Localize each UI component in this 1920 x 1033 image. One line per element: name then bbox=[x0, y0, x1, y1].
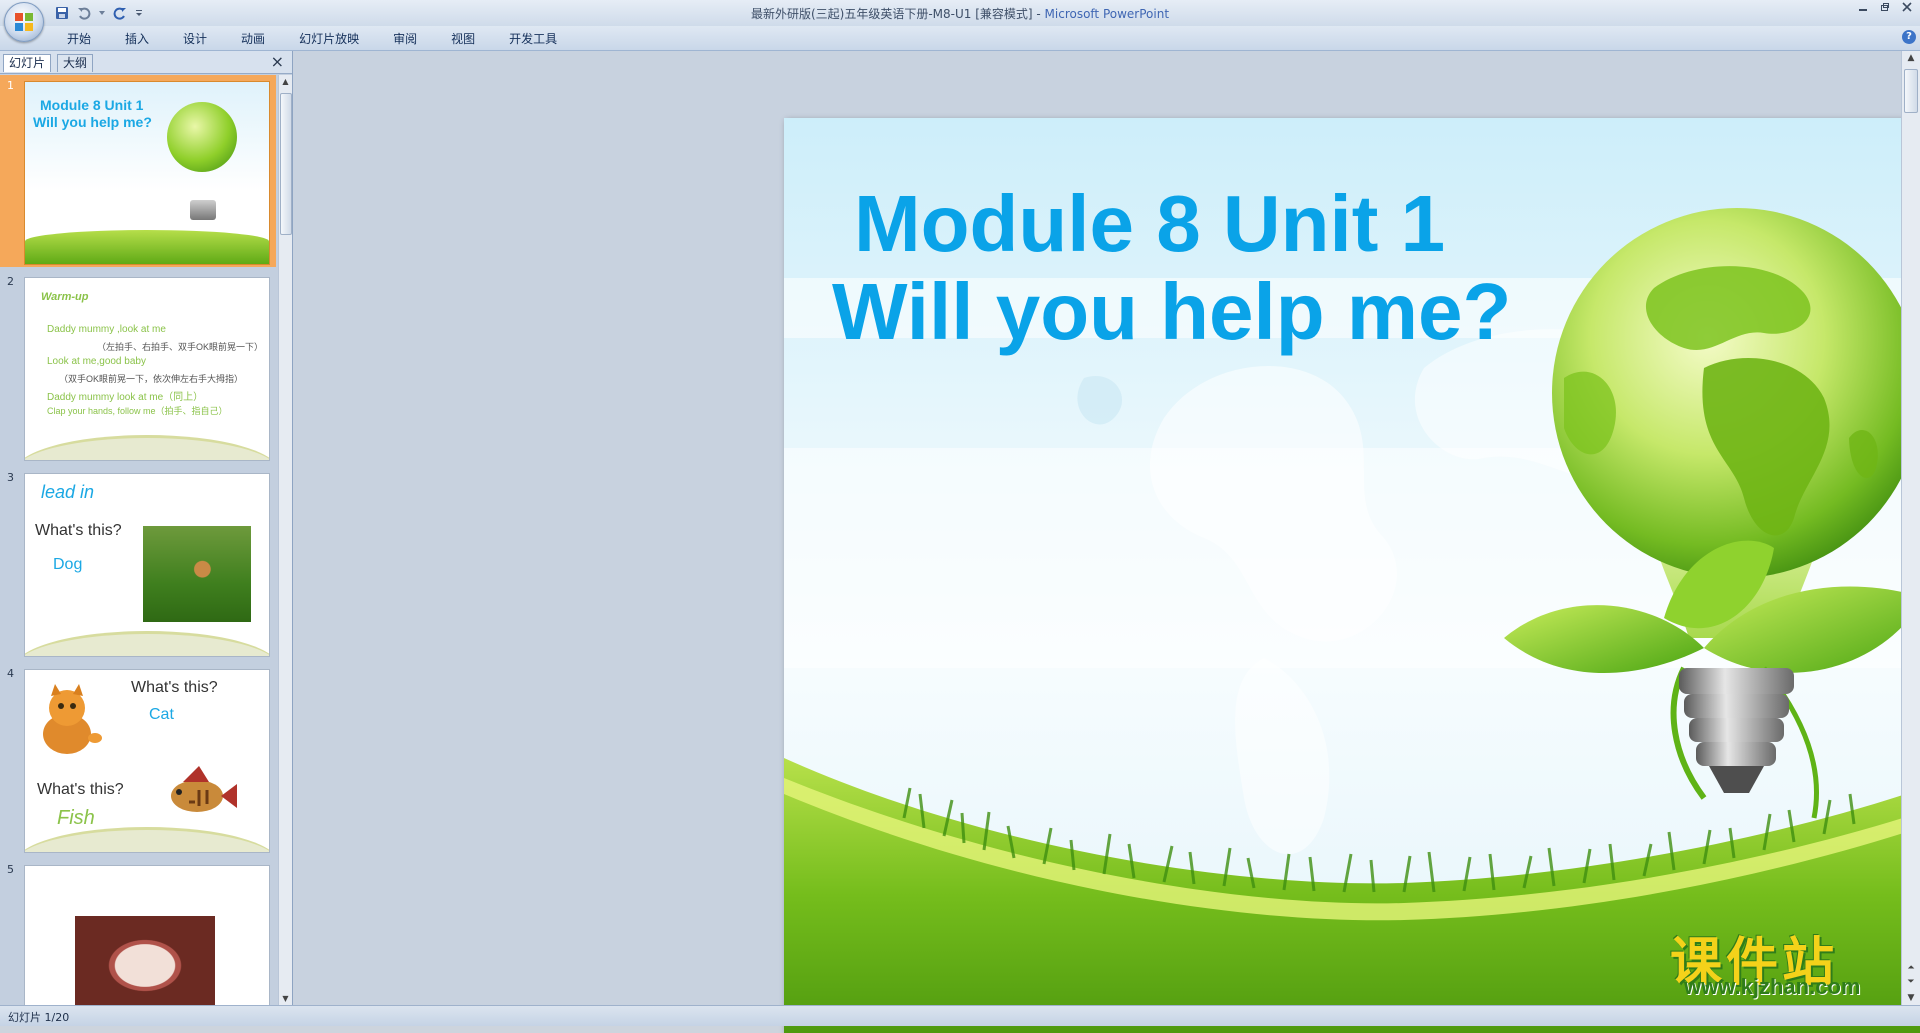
watermark-url: www.kjzhan.com bbox=[1684, 974, 1861, 999]
ribbon-tabs: 开始 插入 设计 动画 幻灯片放映 审阅 视图 开发工具 bbox=[50, 30, 574, 48]
thumbnail-preview: What's this? Cat What's this? Fish bbox=[24, 669, 270, 853]
thumbnail-text: Look at me,good baby bbox=[47, 356, 146, 367]
current-slide[interactable]: Module 8 Unit 1 Will you help me? bbox=[784, 118, 1920, 1033]
title-bar: 最新外研版(三起)五年级英语下册-M8-U1 [兼容模式] - Microsof… bbox=[0, 0, 1920, 26]
thumbnail-preview bbox=[24, 865, 270, 1005]
main-scrollbar[interactable]: ▲ ⏶ ⏷ ▼ bbox=[1901, 51, 1920, 1005]
globe-bulb-image bbox=[167, 102, 237, 172]
thumbnail-title-line1: Module 8 Unit 1 bbox=[40, 97, 144, 113]
watermark-logo: 课件站 www.kjzhan.com bbox=[1670, 920, 1910, 1002]
tab-design[interactable]: 设计 bbox=[166, 30, 224, 48]
slide-number: 2 bbox=[7, 275, 14, 288]
thumbnail-list: 1 Module 8 Unit 1 Will you help me? 2 Wa… bbox=[0, 75, 276, 1005]
thumbnail-text: Clap your hands, follow me（拍手、指自己） bbox=[47, 406, 228, 416]
tab-view[interactable]: 视图 bbox=[434, 30, 492, 48]
tab-slideshow[interactable]: 幻灯片放映 bbox=[282, 30, 376, 48]
pane-scrollbar[interactable]: ▲ ▼ bbox=[278, 75, 292, 1005]
office-logo-icon bbox=[15, 13, 33, 31]
tab-insert[interactable]: 插入 bbox=[108, 30, 166, 48]
scroll-thumb[interactable] bbox=[280, 93, 292, 235]
slide-thumbnail-3[interactable]: 3 lead in What's this? Dog bbox=[0, 467, 276, 659]
thumbnail-question: What's this? bbox=[131, 679, 218, 696]
slide-number: 3 bbox=[7, 471, 14, 484]
status-bar: 幻灯片 1/20 bbox=[0, 1005, 1920, 1026]
window-controls bbox=[1856, 2, 1914, 16]
thumbnail-text: Daddy mummy ,look at me bbox=[47, 324, 166, 335]
thumbnail-text: （左拍手、右拍手、双手OK眼前晃一下） bbox=[97, 342, 264, 352]
wave-decoration bbox=[25, 631, 269, 656]
minimize-button[interactable] bbox=[1856, 2, 1870, 16]
tab-outline[interactable]: 大纲 bbox=[57, 54, 94, 72]
tab-home[interactable]: 开始 bbox=[50, 30, 108, 48]
slides-pane: 幻灯片 大纲 × 1 Module 8 Unit 1 Will you help… bbox=[0, 51, 293, 1005]
thumbnail-title: lead in bbox=[41, 482, 95, 502]
slide-thumbnail-1[interactable]: 1 Module 8 Unit 1 Will you help me? bbox=[0, 75, 276, 267]
title-separator: - bbox=[1032, 7, 1045, 21]
scroll-thumb[interactable] bbox=[1904, 69, 1918, 113]
thumbnail-answer: Cat bbox=[149, 706, 174, 723]
help-icon[interactable]: ? bbox=[1902, 30, 1916, 44]
slide-thumbnail-5[interactable]: 5 bbox=[0, 859, 276, 1005]
thumbnail-answer: Dog bbox=[53, 556, 83, 573]
pane-tabs: 幻灯片 大纲 × bbox=[0, 51, 292, 74]
slide-count: 幻灯片 1/20 bbox=[8, 1011, 70, 1024]
tab-animations[interactable]: 动画 bbox=[224, 30, 282, 48]
cat-image bbox=[43, 684, 102, 754]
office-button[interactable] bbox=[4, 2, 44, 42]
thumbnail-title: Module 8 Unit 1 Will you help me? bbox=[33, 97, 152, 131]
thumbnail-preview: Warm-up Daddy mummy ,look at me （左拍手、右拍手… bbox=[24, 277, 270, 461]
tab-review[interactable]: 审阅 bbox=[376, 30, 434, 48]
thumbnail-text: Daddy mummy look at me（同上） bbox=[47, 392, 204, 403]
scroll-down-icon[interactable]: ▼ bbox=[279, 992, 292, 1005]
thumbnail-preview: lead in What's this? Dog bbox=[24, 473, 270, 657]
fish-image bbox=[171, 766, 237, 812]
ribbon: 开始 插入 设计 动画 幻灯片放映 审阅 视图 开发工具 ? bbox=[0, 26, 1920, 51]
thumbnail-title: Warm-up bbox=[41, 291, 89, 303]
thumbnail-text: （双手OK眼前晃一下，依次伸左右手大拇指） bbox=[59, 374, 244, 384]
slide-number: 4 bbox=[7, 667, 14, 680]
tab-developer[interactable]: 开发工具 bbox=[492, 30, 574, 48]
scroll-up-icon[interactable]: ▲ bbox=[279, 75, 292, 88]
dog-photo bbox=[143, 526, 251, 622]
slide-number: 1 bbox=[7, 79, 14, 92]
slide-editing-area: Module 8 Unit 1 Will you help me? bbox=[293, 51, 1920, 1033]
scroll-up-icon[interactable]: ▲ bbox=[1902, 51, 1920, 65]
tab-slides[interactable]: 幻灯片 bbox=[3, 54, 52, 72]
slide-thumbnail-2[interactable]: 2 Warm-up Daddy mummy ,look at me （左拍手、右… bbox=[0, 271, 276, 463]
wave-decoration bbox=[25, 435, 269, 460]
document-title: 最新外研版(三起)五年级英语下册-M8-U1 [兼容模式] bbox=[750, 7, 1033, 21]
thumbnail-question: What's this? bbox=[35, 522, 122, 539]
slide-thumbnail-4[interactable]: 4 What's this? Cat What's this? Fish bbox=[0, 663, 276, 855]
slide-title-line2: Will you help me? bbox=[832, 267, 1512, 356]
slide-title[interactable]: Module 8 Unit 1 Will you help me? bbox=[784, 180, 1544, 356]
restore-button[interactable] bbox=[1878, 2, 1892, 16]
close-button[interactable] bbox=[1900, 2, 1914, 16]
slide-title-line1: Module 8 Unit 1 bbox=[854, 179, 1446, 268]
birthday-cake-photo bbox=[75, 916, 215, 1005]
thumbnail-preview: Module 8 Unit 1 Will you help me? bbox=[24, 81, 270, 265]
grass-image bbox=[25, 230, 269, 264]
close-pane-icon[interactable]: × bbox=[271, 52, 284, 71]
slide-number: 5 bbox=[7, 863, 14, 876]
wave-decoration bbox=[25, 827, 269, 852]
window-title: 最新外研版(三起)五年级英语下册-M8-U1 [兼容模式] - Microsof… bbox=[0, 5, 1920, 22]
thumbnail-answer: Fish bbox=[57, 807, 95, 829]
thumbnail-question: What's this? bbox=[37, 781, 124, 798]
thumbnail-title-line2: Will you help me? bbox=[33, 114, 152, 130]
app-title: Microsoft PowerPoint bbox=[1044, 7, 1170, 21]
bulb-base-image bbox=[190, 200, 216, 220]
